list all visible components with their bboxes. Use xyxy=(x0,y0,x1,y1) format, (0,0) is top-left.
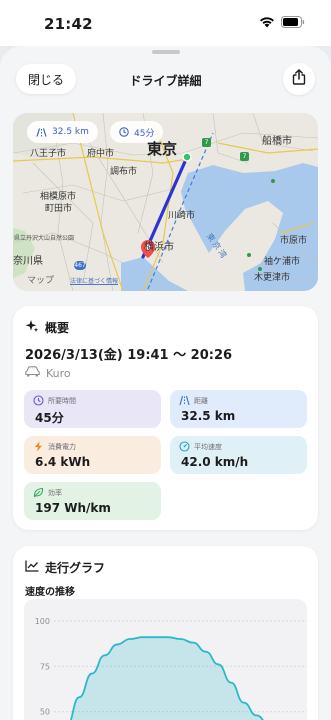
stat-duration: 所要時間 45分 xyxy=(24,390,161,428)
stat-label: 効率 xyxy=(48,489,62,497)
map-label-kanagawa: 奈川県 xyxy=(13,256,43,267)
bolt-icon xyxy=(33,441,44,452)
drive-datetime: 2026/3/13(金) 19:41 〜 20:26 xyxy=(25,348,233,363)
road-icon xyxy=(36,127,47,137)
stat-value: 42.0 km/h xyxy=(181,455,249,469)
stat-efficiency: 効率 197 Wh/km xyxy=(24,482,161,520)
map-label-fuchu: 府中市 xyxy=(87,149,115,159)
drive-detail-sheet: 閉じる ドライブ詳細 32.5 km 45分 八王子市 府中市 調布市 東京 船… xyxy=(0,46,331,720)
driving-graph-card: 走行グラフ 速度の推移 100 75 50 xyxy=(13,546,318,720)
map-label-kawasaki: 川崎市 xyxy=(168,211,196,221)
map-label-funabashi: 船橋市 xyxy=(262,136,292,147)
summary-header: 概要 xyxy=(25,319,69,336)
stat-value: 45分 xyxy=(35,411,64,425)
map-label-yokohama: 横浜市 xyxy=(144,242,174,253)
summary-title: 概要 xyxy=(45,321,70,335)
stat-label: 距離 xyxy=(194,397,208,405)
highway-shield: 7 xyxy=(240,152,249,161)
stat-label: 平均速度 xyxy=(194,443,222,451)
page-title: ドライブ詳細 xyxy=(129,74,202,88)
vehicle-row: Kuro xyxy=(25,366,71,380)
map-label-chofu: 調布市 xyxy=(110,167,138,177)
car-icon xyxy=(25,366,40,380)
graph-header: 走行グラフ xyxy=(25,559,105,576)
clock-icon xyxy=(119,127,129,137)
map-label-ichihara: 市原市 xyxy=(280,236,308,246)
speed-chart-svg: 100 75 50 xyxy=(35,617,307,720)
status-icons xyxy=(259,16,305,28)
sparkles-icon xyxy=(25,319,39,336)
wifi-icon xyxy=(259,16,275,28)
highway-shield: 7 xyxy=(202,138,211,147)
stat-distance: 距離 32.5 km xyxy=(170,390,307,428)
map-distance-chip: 32.5 km xyxy=(27,121,98,143)
clock-icon xyxy=(33,395,44,406)
legal-link[interactable]: 法律に基づく情報 xyxy=(70,276,118,285)
chart-line-icon xyxy=(25,560,39,575)
chart-subtitle: 速度の推移 xyxy=(25,587,75,598)
map-label-kisarazu: 木更津市 xyxy=(254,273,291,283)
stat-label: 消費電力 xyxy=(48,443,76,451)
speed-area xyxy=(70,637,263,720)
status-time: 21:42 xyxy=(44,15,93,33)
share-button[interactable] xyxy=(283,63,315,95)
map-time-value: 45分 xyxy=(134,128,155,139)
graph-title: 走行グラフ xyxy=(45,561,106,575)
speedometer-icon xyxy=(179,441,190,452)
map-label-hachioji: 八王子市 xyxy=(30,149,67,159)
stat-value: 32.5 km xyxy=(181,409,236,423)
map-label-park: 県立丹沢大山自然公園 xyxy=(14,235,75,242)
route-map[interactable]: 32.5 km 45分 八王子市 府中市 調布市 東京 船橋市 相模原市 町田市… xyxy=(13,113,318,291)
y-tick-label: 100 xyxy=(35,617,50,626)
map-label-machida: 町田市 xyxy=(45,204,73,214)
y-tick-label: 75 xyxy=(40,662,50,671)
map-label-tokyo: 東京 xyxy=(147,140,178,158)
leaf-icon xyxy=(33,487,44,498)
map-distance-value: 32.5 km xyxy=(52,127,89,137)
maps-logo[interactable]: マップ xyxy=(27,273,54,286)
status-bar: 21:42 xyxy=(0,0,331,46)
stat-avg-speed: 平均速度 42.0 km/h xyxy=(170,436,307,474)
sheet-grabber[interactable] xyxy=(152,50,180,54)
stat-value: 197 Wh/km xyxy=(35,501,111,515)
vehicle-name: Kuro xyxy=(46,366,71,380)
battery-icon xyxy=(281,16,305,28)
speed-chart[interactable]: 100 75 50 xyxy=(24,599,307,720)
share-icon xyxy=(292,69,306,89)
stat-value: 6.4 kWh xyxy=(35,455,91,469)
y-tick-label: 50 xyxy=(40,708,50,717)
route-shield: 467 xyxy=(74,261,86,270)
stat-energy: 消費電力 6.4 kWh xyxy=(24,436,161,474)
stat-label: 所要時間 xyxy=(48,397,76,405)
summary-card: 概要 2026/3/13(金) 19:41 〜 20:26 Kuro 所要時間 … xyxy=(13,306,318,530)
map-label-sodegaura: 袖ケ浦市 xyxy=(264,257,301,267)
road-icon xyxy=(179,395,190,406)
